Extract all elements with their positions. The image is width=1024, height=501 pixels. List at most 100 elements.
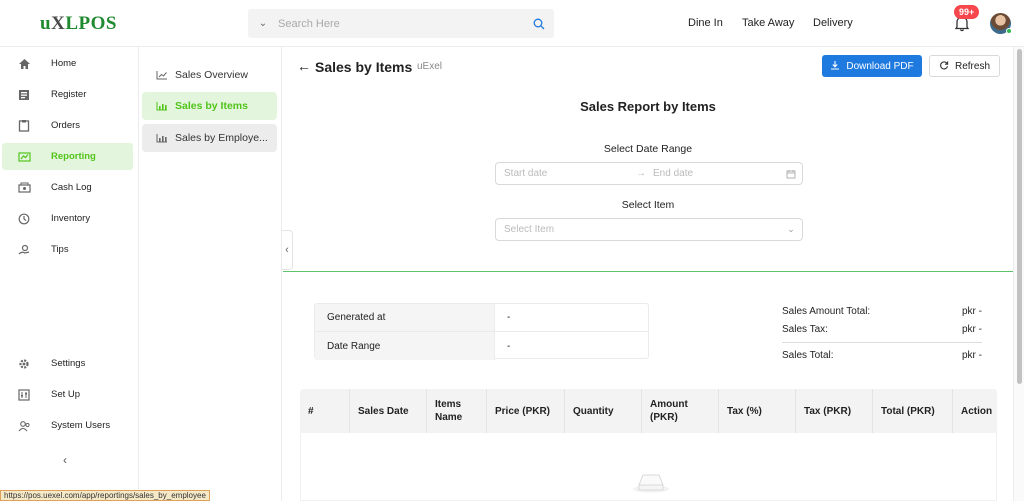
bar-chart-icon	[156, 133, 168, 143]
chevron-down-icon[interactable]: ⌄	[780, 224, 802, 235]
submenu-item-label: Sales by Items	[175, 100, 248, 112]
sidebar-item-reporting[interactable]: Reporting	[2, 143, 133, 170]
sales-total-value: pkr -	[962, 349, 982, 361]
totals-summary: Sales Amount Total: pkr - Sales Tax: pkr…	[782, 302, 982, 364]
sales-amount-label: Sales Amount Total:	[782, 305, 871, 317]
top-bar: uXLPOS ⌄ Search Here Dine In Take Away D…	[0, 0, 1024, 47]
section-divider	[283, 271, 1013, 272]
col-price[interactable]: Price (PKR)	[487, 389, 565, 433]
notification-badge[interactable]: 99+	[954, 5, 980, 19]
page-subtitle: uExel	[417, 61, 443, 72]
col-tax-percent[interactable]: Tax (%)	[719, 389, 796, 433]
nav-dine-in[interactable]: Dine In	[688, 17, 723, 29]
sidebar-item-inventory[interactable]: Inventory	[2, 205, 133, 232]
sidebar-item-label: System Users	[51, 420, 111, 431]
sales-tax-row: Sales Tax: pkr -	[782, 320, 982, 338]
search-input[interactable]: Search Here	[278, 18, 524, 30]
sales-amount-value: pkr -	[962, 305, 982, 317]
page-title: Sales by Items	[315, 59, 413, 75]
date-range-meta-value: -	[507, 340, 511, 352]
sidebar: Home Register Orders Reporting Cash Log …	[0, 47, 139, 501]
date-range-meta-label: Date Range	[315, 332, 495, 360]
orders-icon	[16, 119, 32, 133]
sidebar-item-system-users[interactable]: System Users	[2, 412, 133, 439]
sidebar-item-label: Orders	[51, 120, 81, 131]
sidebar-item-orders[interactable]: Orders	[2, 112, 133, 139]
nav-delivery[interactable]: Delivery	[813, 17, 853, 29]
setup-icon	[16, 388, 32, 402]
meta-row-date-range: Date Range -	[315, 332, 648, 360]
tips-icon	[16, 243, 32, 257]
online-status-dot	[1006, 28, 1012, 34]
app-logo[interactable]: uXLPOS	[40, 13, 117, 35]
col-index[interactable]: #	[300, 389, 350, 433]
sidebar-item-settings[interactable]: Settings	[2, 350, 133, 377]
submenu-sales-overview[interactable]: Sales Overview	[142, 61, 277, 89]
refresh-label: Refresh	[954, 60, 990, 72]
gear-icon	[16, 357, 32, 371]
back-arrow-icon[interactable]: ←	[297, 58, 311, 74]
sidebar-item-label: Settings	[51, 358, 86, 369]
status-bar-url: https://pos.uexel.com/app/reportings/sal…	[0, 490, 210, 501]
report-meta-table: Generated at - Date Range -	[314, 303, 649, 360]
logo-suffix: LPOS	[65, 13, 117, 34]
refresh-button[interactable]: Refresh	[929, 55, 1000, 77]
col-sales-date[interactable]: Sales Date	[350, 389, 427, 433]
refresh-icon	[939, 60, 949, 73]
sidebar-item-label: Tips	[51, 244, 69, 255]
sidebar-item-tips[interactable]: Tips	[2, 236, 133, 263]
table-header: # Sales Date Items Name Price (PKR) Quan…	[300, 389, 997, 433]
sidebar-item-label: Reporting	[51, 151, 96, 162]
totals-divider	[782, 342, 982, 343]
users-icon	[16, 419, 32, 433]
sales-tax-label: Sales Tax:	[782, 323, 828, 335]
reporting-icon	[16, 150, 32, 164]
submenu-sales-by-employee[interactable]: Sales by Employe...	[142, 124, 277, 152]
sidebar-item-register[interactable]: Register	[2, 81, 133, 108]
scrollbar-thumb[interactable]	[1017, 49, 1022, 384]
col-items-name[interactable]: Items Name	[427, 389, 487, 433]
download-pdf-button[interactable]: Download PDF	[822, 55, 922, 77]
sidebar-item-label: Register	[51, 89, 87, 100]
select-item-label: Select Item	[621, 199, 675, 211]
sidebar-item-set-up[interactable]: Set Up	[2, 381, 133, 408]
item-select[interactable]: Select Item ⌄	[495, 218, 803, 241]
calendar-icon[interactable]	[780, 169, 802, 179]
col-amount[interactable]: Amount (PKR)	[642, 389, 719, 433]
register-icon	[16, 88, 32, 102]
cash-log-icon	[16, 181, 32, 195]
start-date-input[interactable]: Start date	[496, 168, 636, 179]
search-bar[interactable]: ⌄ Search Here	[248, 9, 554, 38]
col-total[interactable]: Total (PKR)	[873, 389, 953, 433]
sidebar-item-home[interactable]: Home	[2, 50, 133, 77]
chevron-down-icon[interactable]: ⌄	[248, 18, 278, 29]
report-title: Sales Report by Items	[580, 99, 716, 114]
submenu-sales-by-items[interactable]: Sales by Items	[142, 92, 277, 120]
logo-prefix: u	[40, 13, 52, 34]
item-select-placeholder: Select Item	[504, 224, 555, 235]
submenu-item-label: Sales by Employe...	[175, 132, 268, 144]
sidebar-item-label: Set Up	[51, 389, 81, 400]
sidebar-item-label: Home	[51, 58, 77, 69]
col-action[interactable]: Action	[953, 389, 997, 433]
generated-at-label: Generated at	[315, 304, 495, 331]
sales-total-label: Sales Total:	[782, 349, 834, 361]
col-quantity[interactable]: Quantity	[565, 389, 642, 433]
download-pdf-label: Download PDF	[846, 60, 914, 72]
sales-items-table: # Sales Date Items Name Price (PKR) Quan…	[300, 389, 997, 501]
end-date-input[interactable]: End date	[651, 168, 780, 179]
sidebar-item-cash-log[interactable]: Cash Log	[2, 174, 133, 201]
line-chart-icon	[156, 70, 168, 80]
submenu-item-label: Sales Overview	[175, 69, 248, 81]
nav-take-away[interactable]: Take Away	[742, 17, 794, 29]
col-tax-pkr[interactable]: Tax (PKR)	[796, 389, 873, 433]
chevron-left-icon[interactable]: ‹	[63, 453, 67, 467]
reporting-submenu: Sales Overview Sales by Items Sales by E…	[139, 47, 282, 501]
date-range-picker[interactable]: Start date → End date	[495, 162, 803, 185]
meta-row-generated: Generated at -	[315, 304, 648, 332]
page-scrollbar[interactable]	[1013, 47, 1024, 501]
search-icon[interactable]	[524, 18, 554, 30]
sidebar-item-label: Inventory	[51, 213, 91, 224]
arrow-right-icon: →	[636, 168, 646, 179]
date-range-label: Select Date Range	[603, 143, 693, 155]
